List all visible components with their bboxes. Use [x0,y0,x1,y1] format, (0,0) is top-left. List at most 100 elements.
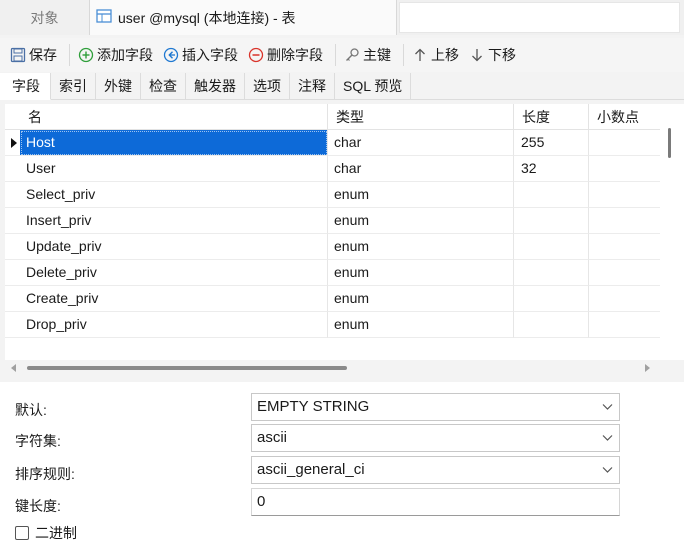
charset-value: ascii [257,429,288,446]
field-name-cell[interactable]: Drop_priv [20,312,328,338]
row-indicator-header [5,104,20,130]
row-indicator [5,286,20,312]
tab-table-editor[interactable]: user @mysql (本地连接) - 表 [90,0,397,35]
chevron-down-icon [602,404,613,410]
key-length-field[interactable]: 0 [251,488,620,516]
field-decimals-cell[interactable] [589,312,665,338]
row-indicator [5,182,20,208]
charset-label: 字符集: [15,433,61,449]
default-select[interactable]: EMPTY STRING [251,393,620,421]
field-type-cell[interactable]: enum [328,260,514,286]
field-properties-panel: 默认: EMPTY STRING 字符集: ascii 排序规则: ascii_… [0,382,684,559]
field-decimals-cell[interactable] [589,260,665,286]
field-length-cell[interactable] [514,312,589,338]
row-indicator [5,312,20,338]
save-icon [10,47,26,63]
field-length-cell[interactable]: 255 [514,130,589,156]
column-header-length[interactable]: 长度 [514,104,589,130]
tab-triggers[interactable]: 触发器 [186,73,245,100]
add-field-button[interactable]: 添加字段 [78,42,159,68]
toolbar: 保存 添加字段 插入字段 删除字段 主键 上移 下移 [0,38,684,72]
tab-objects[interactable]: 对象 [0,0,90,35]
binary-checkbox[interactable] [15,526,29,540]
key-length-label: 键长度: [15,498,61,514]
field-decimals-cell[interactable] [589,130,665,156]
horizontal-scroll-thumb[interactable] [27,366,347,370]
primary-key-button[interactable]: 主键 [344,42,397,68]
tab-options[interactable]: 选项 [245,73,290,100]
field-type-cell[interactable]: enum [328,208,514,234]
field-type-cell[interactable]: enum [328,182,514,208]
field-decimals-cell[interactable] [589,156,665,182]
save-button[interactable]: 保存 [10,42,63,68]
primary-key-label: 主键 [363,47,391,63]
scroll-right-icon[interactable] [645,364,650,372]
table-row[interactable]: Select_priv enum [5,182,665,208]
column-header-name[interactable]: 名 [20,104,328,130]
tab-sql-preview[interactable]: SQL 预览 [335,73,412,100]
grid-header: 名 类型 长度 小数点 [5,104,665,130]
column-header-decimals[interactable]: 小数点 [589,104,665,130]
field-name-cell[interactable]: Select_priv [20,182,328,208]
field-name-cell[interactable]: Create_priv [20,286,328,312]
table-row[interactable]: Drop_priv enum [5,312,665,338]
field-type-cell[interactable]: char [328,156,514,182]
field-decimals-cell[interactable] [589,208,665,234]
field-length-cell[interactable] [514,234,589,260]
field-name-cell[interactable]: Insert_priv [20,208,328,234]
field-length-cell[interactable] [514,208,589,234]
scroll-left-icon[interactable] [11,364,16,372]
grid-vertical-scrollbar[interactable] [660,104,684,360]
tab-comment[interactable]: 注释 [290,73,335,100]
field-length-cell[interactable] [514,182,589,208]
binary-checkbox-row[interactable]: 二进制 [15,523,77,543]
remove-icon [248,47,264,63]
field-name-cell[interactable]: Update_priv [20,234,328,260]
field-type-cell[interactable]: enum [328,312,514,338]
toolbar-divider [403,44,404,66]
field-decimals-cell[interactable] [589,286,665,312]
chevron-down-icon [602,467,613,473]
tab-foreign-keys[interactable]: 外键 [96,73,141,100]
collation-value: ascii_general_ci [257,461,365,478]
field-type-cell[interactable]: enum [328,286,514,312]
vertical-scroll-thumb[interactable] [668,128,671,158]
save-label: 保存 [29,47,57,63]
table-row[interactable]: Delete_priv enum [5,260,665,286]
add-field-label: 添加字段 [97,47,153,63]
field-type-cell[interactable]: char [328,130,514,156]
field-length-cell[interactable]: 32 [514,156,589,182]
table-row[interactable]: Insert_priv enum [5,208,665,234]
table-icon [96,9,112,26]
row-indicator [5,156,20,182]
table-row[interactable]: Create_priv enum [5,286,665,312]
field-decimals-cell[interactable] [589,234,665,260]
charset-select[interactable]: ascii [251,424,620,452]
tab-fields[interactable]: 字段 [0,73,51,100]
table-row[interactable]: Host char 255 [5,130,665,156]
insert-icon [163,47,179,63]
tab-title: user @mysql (本地连接) - 表 [118,9,296,26]
toolbar-divider [69,44,70,66]
binary-label: 二进制 [35,525,77,541]
grid-horizontal-scrollbar[interactable] [5,360,684,378]
tab-indexes[interactable]: 索引 [51,73,96,100]
field-type-cell[interactable]: enum [328,234,514,260]
insert-field-button[interactable]: 插入字段 [163,42,244,68]
field-name-cell[interactable]: Host [20,130,328,156]
table-row[interactable]: Update_priv enum [5,234,665,260]
delete-field-button[interactable]: 删除字段 [248,42,329,68]
current-row-arrow-icon [11,138,17,148]
move-up-button[interactable]: 上移 [412,42,465,68]
field-name-cell[interactable]: Delete_priv [20,260,328,286]
grid-rows: Host char 255 User char 32 Select_priv e… [5,130,665,338]
field-decimals-cell[interactable] [589,182,665,208]
move-down-button[interactable]: 下移 [469,42,522,68]
collation-select[interactable]: ascii_general_ci [251,456,620,484]
field-name-cell[interactable]: User [20,156,328,182]
table-row[interactable]: User char 32 [5,156,665,182]
field-length-cell[interactable] [514,260,589,286]
field-length-cell[interactable] [514,286,589,312]
tab-checks[interactable]: 检查 [141,73,186,100]
column-header-type[interactable]: 类型 [328,104,514,130]
